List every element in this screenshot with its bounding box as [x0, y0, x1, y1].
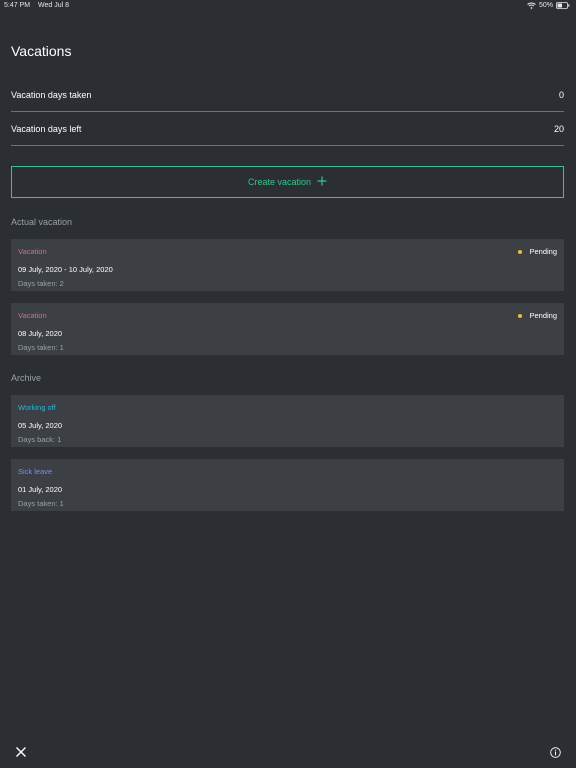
- create-vacation-label: Create vacation: [247, 177, 312, 187]
- days-taken-value: 0: [558, 89, 564, 100]
- plus-icon: [317, 176, 327, 188]
- create-vacation-button[interactable]: Create vacation: [11, 166, 564, 198]
- battery-percent: 50%: [538, 2, 553, 9]
- page-title: Vacations: [11, 43, 72, 59]
- vacation-card[interactable]: Vacation Pending 09 July, 2020 - 10 July…: [11, 239, 564, 291]
- archive-section-title: Archive: [11, 373, 42, 383]
- info-icon: [550, 745, 561, 762]
- status-date: Wed Jul 8: [38, 2, 70, 9]
- actual-vacation-section-title: Actual vacation: [11, 217, 73, 227]
- wifi-icon: [527, 2, 536, 9]
- vacation-dates: 01 July, 2020: [18, 485, 63, 494]
- vacation-dates: 09 July, 2020 - 10 July, 2020: [18, 265, 113, 274]
- days-left-label: Vacation days left: [11, 123, 82, 134]
- vacation-days: Days taken: 2: [18, 279, 64, 288]
- status-right: 50%: [527, 2, 570, 9]
- vacation-type: Working off: [18, 403, 56, 412]
- status-badge: Pending: [518, 247, 557, 256]
- info-button[interactable]: [550, 745, 561, 758]
- vacation-card[interactable]: Vacation Pending 08 July, 2020 Days take…: [11, 303, 564, 355]
- vacation-type: Sick leave: [18, 467, 53, 476]
- status-left: 5:47 PM Wed Jul 8: [4, 2, 69, 9]
- vacation-days: Days back: 1: [18, 435, 62, 444]
- archive-card[interactable]: Working off 05 July, 2020 Days back: 1: [11, 395, 564, 447]
- status-label: Pending: [529, 247, 557, 256]
- days-left-value: 20: [553, 123, 564, 134]
- vacation-days: Days taken: 1: [18, 499, 64, 508]
- status-time: 5:47 PM: [4, 2, 31, 9]
- status-label: Pending: [529, 311, 557, 320]
- status-bar: 5:47 PM Wed Jul 8 50%: [0, 0, 576, 14]
- close-icon: [15, 745, 27, 762]
- status-badge: Pending: [518, 311, 557, 320]
- vacation-days-taken-row: Vacation days taken 0: [11, 78, 564, 112]
- pending-dot-icon: [518, 249, 523, 254]
- vacation-dates: 08 July, 2020: [18, 329, 63, 338]
- vacation-dates: 05 July, 2020: [18, 421, 63, 430]
- battery-icon: [556, 2, 570, 9]
- days-taken-label: Vacation days taken: [11, 89, 92, 100]
- vacation-type: Vacation: [18, 311, 47, 320]
- vacation-days-left-row: Vacation days left 20: [11, 112, 564, 146]
- archive-card[interactable]: Sick leave 01 July, 2020 Days taken: 1: [11, 459, 564, 511]
- vacation-type: Vacation: [18, 247, 47, 256]
- pending-dot-icon: [518, 313, 523, 318]
- close-button[interactable]: [15, 745, 27, 757]
- vacation-days: Days taken: 1: [18, 343, 64, 352]
